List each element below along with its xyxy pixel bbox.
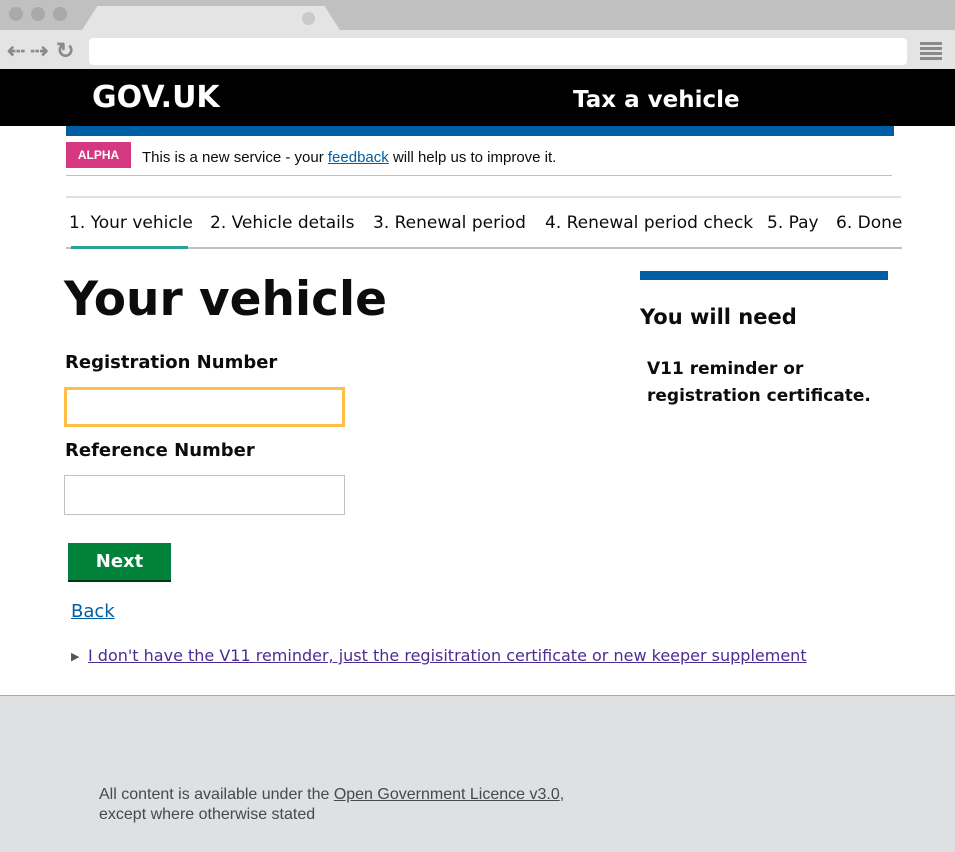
sidebar-accent-bar	[640, 271, 888, 280]
ogl-link[interactable]: Open Government Licence v3.0	[334, 786, 560, 803]
step-your-vehicle: 1. Your vehicle	[69, 213, 193, 233]
reload-icon[interactable]: ↻	[56, 38, 74, 64]
footer-licence: All content is available under the Open …	[99, 785, 564, 825]
active-step-indicator	[71, 246, 188, 249]
address-bar[interactable]	[89, 38, 907, 65]
footer-text-line2: except where otherwise stated	[99, 806, 316, 823]
govuk-logo[interactable]: GOV.UK	[92, 80, 220, 115]
step-done: 6. Done	[836, 213, 903, 233]
disclosure-triangle-icon[interactable]: ▶	[71, 650, 79, 663]
banner-text-end: will help us to improve it.	[388, 149, 557, 166]
site-footer	[0, 695, 955, 852]
no-v11-link[interactable]: I don't have the V11 reminder, just the …	[88, 646, 807, 665]
header-accent-bar	[66, 126, 894, 136]
divider	[66, 175, 892, 176]
next-button[interactable]: Next	[68, 543, 171, 582]
back-link[interactable]: Back	[71, 601, 115, 622]
phase-banner-text: This is a new service - your feedback wi…	[142, 149, 556, 166]
alpha-tag: ALPHA	[66, 142, 131, 168]
forward-arrow-icon[interactable]: ⇢	[30, 38, 48, 64]
step-pay: 5. Pay	[767, 213, 819, 233]
window-close-dot[interactable]	[9, 7, 23, 21]
registration-label: Registration Number	[65, 352, 278, 373]
sidebar-heading: You will need	[640, 305, 797, 329]
registration-input[interactable]	[64, 387, 345, 427]
hamburger-menu-icon[interactable]	[920, 42, 942, 60]
window-minimize-dot[interactable]	[31, 7, 45, 21]
steps-divider	[66, 247, 902, 249]
page-title: Your vehicle	[64, 272, 387, 327]
window-maximize-dot[interactable]	[53, 7, 67, 21]
banner-text: This is a new service - your	[142, 149, 328, 166]
sidebar-text: V11 reminder or registration certificate…	[647, 359, 871, 406]
footer-comma: ,	[559, 786, 565, 803]
step-vehicle-details: 2. Vehicle details	[210, 213, 355, 233]
divider	[66, 196, 901, 198]
step-renewal-period: 3. Renewal period	[373, 213, 526, 233]
step-renewal-period-check: 4. Renewal period check	[545, 213, 754, 233]
footer-text: All content is available under the	[99, 786, 334, 803]
back-arrow-icon[interactable]: ⇠	[7, 38, 25, 64]
details-summary[interactable]: I don't have the V11 reminder, just the …	[88, 646, 807, 665]
tab-close-icon[interactable]	[302, 12, 315, 25]
feedback-link[interactable]: feedback	[328, 149, 389, 166]
reference-input[interactable]	[64, 475, 345, 515]
reference-label: Reference Number	[65, 440, 255, 461]
service-name[interactable]: Tax a vehicle	[573, 87, 740, 113]
